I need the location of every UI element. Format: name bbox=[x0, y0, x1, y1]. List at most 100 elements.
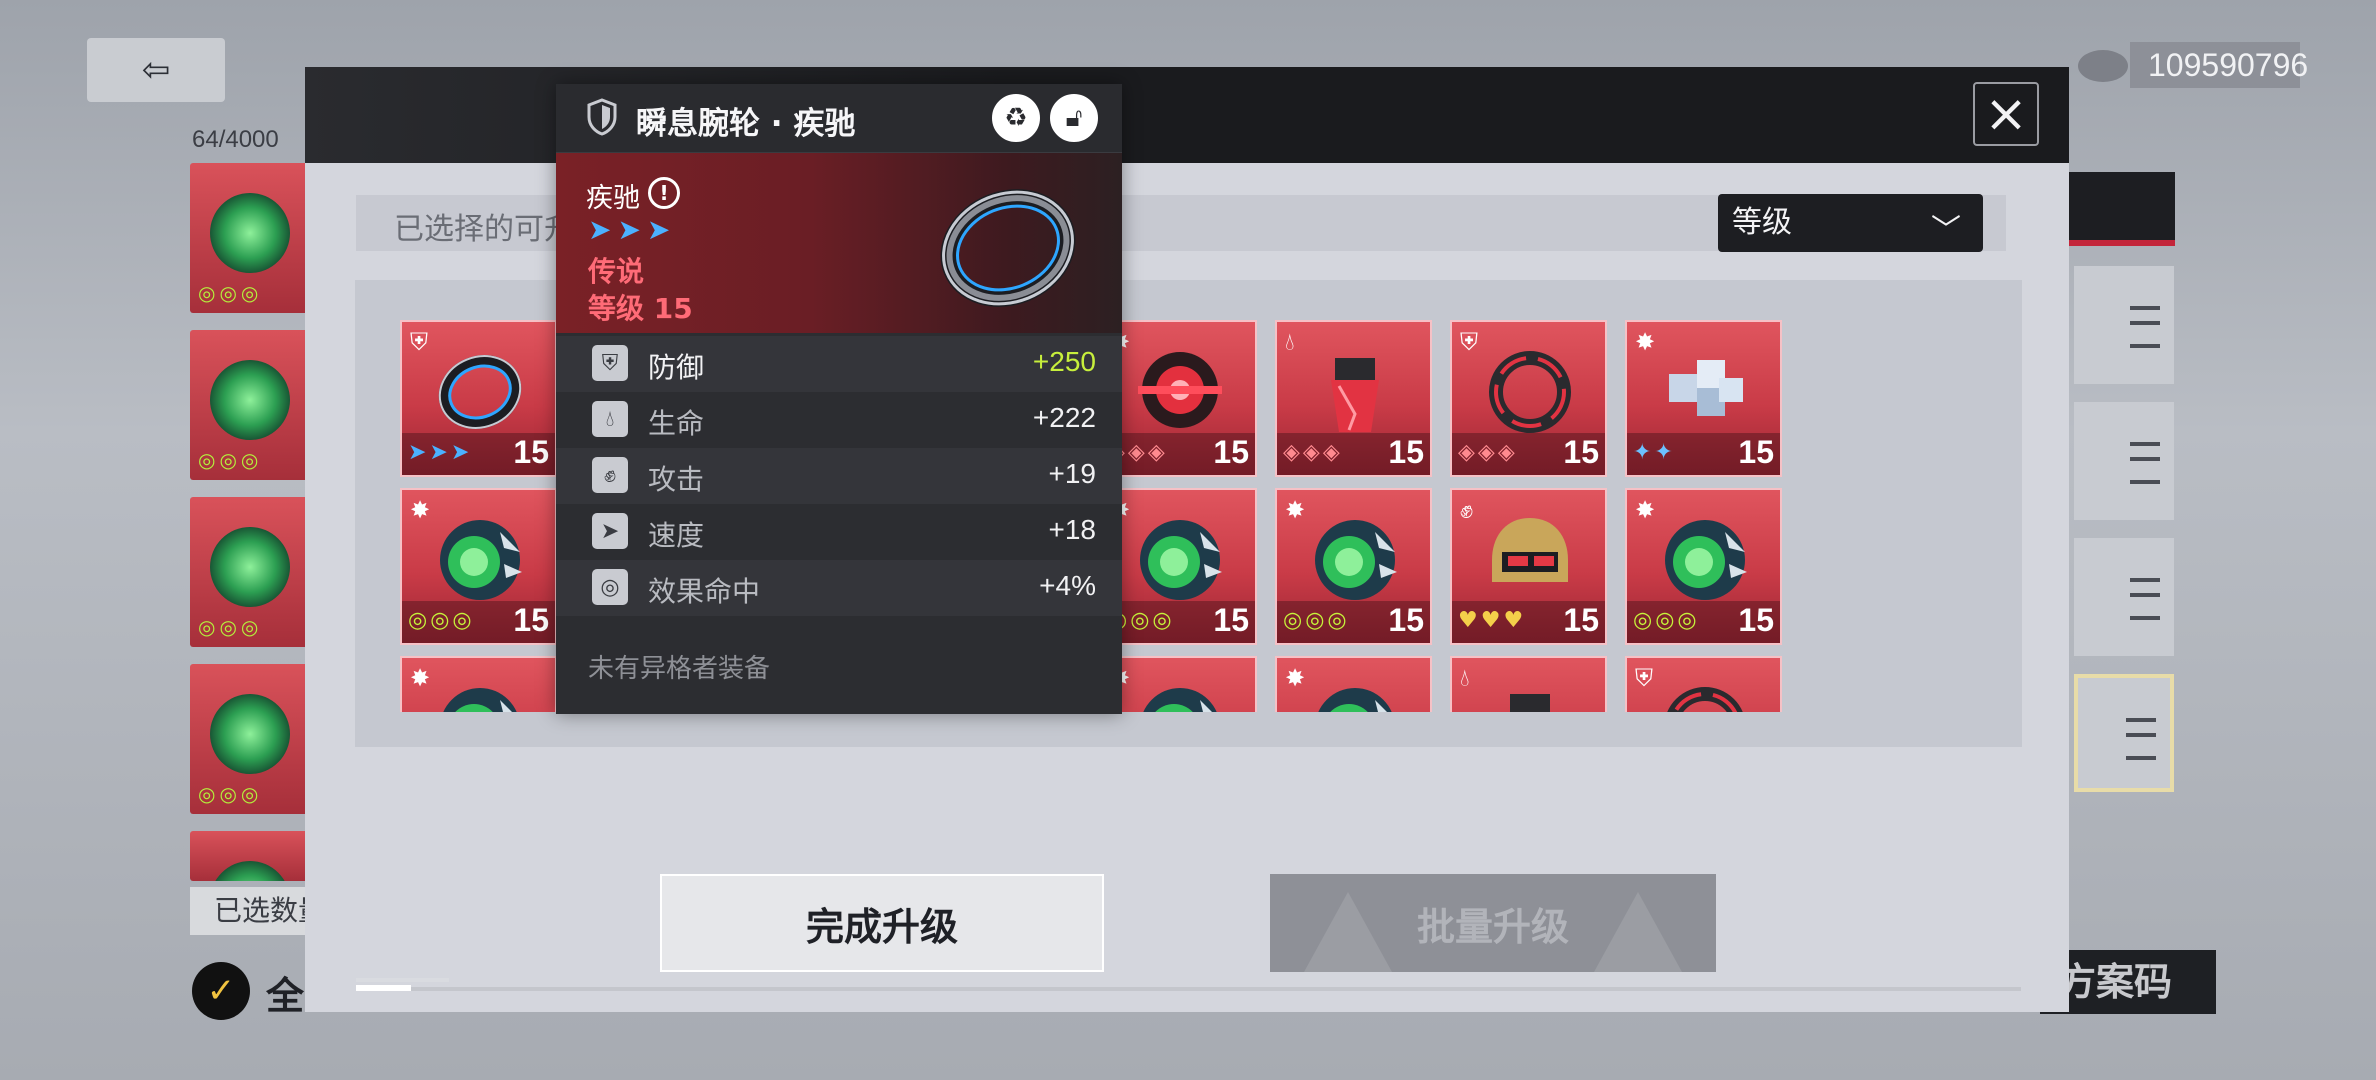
drop-icon: 💧︎ bbox=[592, 401, 628, 437]
gear-level: 15 bbox=[1738, 602, 1774, 638]
gear-image bbox=[1484, 680, 1576, 712]
gear-image bbox=[1659, 512, 1751, 604]
set-icons: ◎◎◎ bbox=[1633, 608, 1700, 633]
stat-name: 攻击 bbox=[648, 463, 705, 496]
stat-value: +4% bbox=[1039, 570, 1096, 601]
info-icon[interactable]: ! bbox=[648, 177, 680, 209]
select-all-label: 全 bbox=[266, 974, 305, 1018]
scroll-track bbox=[356, 987, 2021, 991]
gear-card[interactable]: ✸◎◎◎15 bbox=[1100, 488, 1257, 645]
gear-image bbox=[1134, 680, 1226, 712]
star-icon: ✸ bbox=[410, 496, 431, 524]
gear-card[interactable]: ✸ ✦✦ 15 bbox=[1625, 320, 1782, 477]
gear-level: 15 bbox=[513, 602, 549, 638]
gear-card[interactable]: ✊︎ ♥♥♥ 15 bbox=[1450, 488, 1607, 645]
gear-card[interactable]: ✸ bbox=[1100, 656, 1257, 712]
rarity-label: 传说 bbox=[588, 255, 645, 288]
tooltip-footer: 未有异格者装备 bbox=[588, 654, 771, 684]
menu-icon[interactable] bbox=[2074, 674, 2174, 792]
gear-level: 15 bbox=[1563, 434, 1599, 470]
gear-image bbox=[1134, 344, 1226, 436]
stat-name: 生命 bbox=[648, 407, 705, 440]
stat-value: +250 bbox=[1032, 346, 1096, 377]
selected-label: 已选择的可升 bbox=[394, 212, 574, 247]
bg-gear-card[interactable] bbox=[190, 831, 310, 881]
gear-level: 15 bbox=[1738, 434, 1774, 470]
drop-icon: 💧︎ bbox=[1460, 664, 1470, 692]
stat-row: ◎ 效果命中 +4% bbox=[556, 560, 1122, 616]
gear-level: 15 bbox=[1388, 434, 1424, 470]
bg-gear-card[interactable]: ◎◎◎ bbox=[190, 497, 310, 647]
complete-upgrade-button[interactable]: 完成升级 bbox=[660, 874, 1104, 972]
bg-gear-card[interactable]: ◎◎◎ bbox=[190, 163, 310, 313]
close-icon: × bbox=[1984, 84, 2028, 144]
menu-icon[interactable] bbox=[2074, 538, 2174, 656]
shield-icon: ⛨ bbox=[410, 328, 428, 356]
gear-image bbox=[1134, 512, 1226, 604]
stat-row: ⛨ 防御 +250 bbox=[556, 336, 1122, 392]
set-icons: ◎◎◎ bbox=[408, 608, 475, 633]
gear-level: 15 bbox=[1213, 434, 1249, 470]
bg-gear-card[interactable]: ◎◎◎ bbox=[190, 664, 310, 814]
gear-card[interactable]: ✸◎◎◎15 bbox=[1275, 488, 1432, 645]
gear-card[interactable]: ✸ bbox=[400, 656, 557, 712]
shield-icon bbox=[587, 98, 617, 136]
close-button[interactable]: × bbox=[1973, 82, 2039, 146]
gear-card[interactable]: 💧︎ bbox=[1450, 656, 1607, 712]
stat-name: 速度 bbox=[648, 519, 705, 552]
coin-icon bbox=[2078, 50, 2128, 82]
gear-card[interactable]: ⛨ bbox=[1625, 656, 1782, 712]
gear-card[interactable]: ✸ ◎◎◎ 15 bbox=[400, 488, 557, 645]
stat-value: +222 bbox=[1032, 402, 1096, 433]
gear-card[interactable]: ⛨ ➤➤➤ 15 bbox=[400, 320, 557, 477]
recycle-icon: ♻ bbox=[1004, 103, 1028, 133]
target-icon: ◎ bbox=[592, 569, 628, 605]
scroll-thumb[interactable] bbox=[356, 985, 411, 991]
gear-image bbox=[1309, 680, 1401, 712]
stat-row: 💧︎ 生命 +222 bbox=[556, 392, 1122, 448]
chevron-down-icon: ﹀ bbox=[1931, 213, 1961, 248]
menu-icon[interactable] bbox=[2074, 266, 2174, 384]
gear-card[interactable]: 💧︎ ◈◈◈ 15 bbox=[1275, 320, 1432, 477]
gear-image bbox=[434, 680, 526, 712]
gear-level: 15 bbox=[1213, 602, 1249, 638]
star-icon: ✸ bbox=[1285, 496, 1306, 524]
star-icon: ✸ bbox=[1285, 664, 1306, 692]
progress-track bbox=[356, 978, 449, 982]
select-all-checkbox[interactable]: ✓ bbox=[192, 962, 250, 1020]
stat-name: 效果命中 bbox=[648, 575, 761, 608]
gear-card[interactable]: ✸ bbox=[1275, 656, 1432, 712]
menu-icon[interactable] bbox=[2074, 402, 2174, 520]
recycle-button[interactable]: ♻ bbox=[990, 92, 1042, 144]
level-label: 等级 15 bbox=[588, 292, 693, 325]
gear-image bbox=[1309, 344, 1401, 436]
shield-icon: ⛨ bbox=[1460, 328, 1478, 356]
lock-icon: 🔓︎ bbox=[1065, 102, 1083, 133]
set-icons: ◎◎◎ bbox=[1283, 608, 1350, 633]
stat-value: +19 bbox=[1048, 458, 1097, 489]
bg-gear-card[interactable]: ◎◎◎ bbox=[190, 330, 310, 480]
gear-image bbox=[1484, 344, 1576, 436]
star-icon: ✸ bbox=[1635, 496, 1656, 524]
gear-card[interactable]: ⛨ ◈◈◈ 15 bbox=[1450, 320, 1607, 477]
boot-icon: ➤ bbox=[592, 513, 628, 549]
ring-item-image bbox=[940, 189, 1076, 307]
shield-icon: ⛨ bbox=[592, 345, 628, 381]
batch-upgrade-label: 批量升级 bbox=[1416, 904, 1569, 949]
gear-card[interactable]: ✸◈◈◈15 bbox=[1100, 320, 1257, 477]
set-icons: ◈◈◈ bbox=[1283, 440, 1343, 465]
gear-card[interactable]: ✸ ◎◎◎ 15 bbox=[1625, 488, 1782, 645]
batch-upgrade-button[interactable]: 批量升级 bbox=[1270, 874, 1716, 972]
stat-value: +18 bbox=[1048, 514, 1097, 545]
gear-level: 15 bbox=[1563, 602, 1599, 638]
sort-dropdown[interactable]: 等级 ﹀ bbox=[1718, 194, 1983, 252]
exit-button[interactable]: ⇦ bbox=[87, 38, 225, 102]
fist-icon: ✊︎ bbox=[592, 457, 628, 493]
gear-image bbox=[434, 344, 526, 436]
gear-image bbox=[1659, 680, 1751, 712]
coin-balance: 109590796 bbox=[2130, 42, 2308, 88]
inventory-count: 64/4000 bbox=[192, 126, 279, 153]
decor-triangle bbox=[1594, 892, 1682, 972]
lock-button[interactable]: 🔓︎ bbox=[1048, 92, 1100, 144]
fist-icon: ✊︎ bbox=[1460, 496, 1474, 524]
